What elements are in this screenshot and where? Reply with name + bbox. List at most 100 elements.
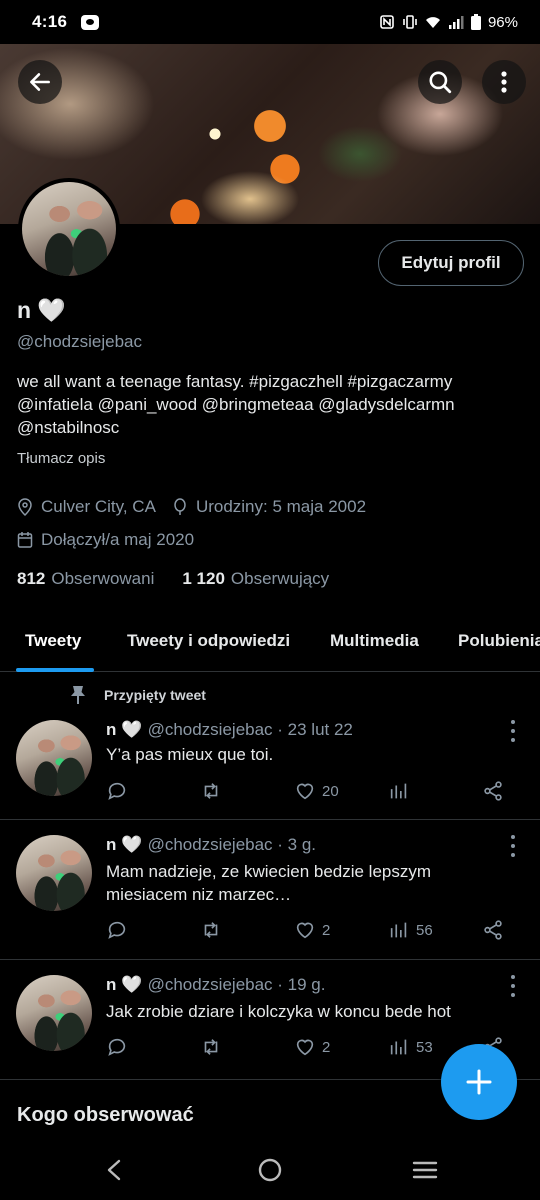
tweet-more-button[interactable] bbox=[505, 720, 521, 742]
views-chart-icon bbox=[390, 922, 407, 938]
plus-icon bbox=[466, 1069, 492, 1095]
reply-button[interactable] bbox=[106, 919, 128, 941]
tweet-text: Mam nadzieje, ze kwiecien bedzie lepszym… bbox=[106, 862, 432, 904]
share-icon bbox=[484, 781, 502, 801]
profile-bio: we all want a teenage fantasy. #pizgaczh… bbox=[17, 370, 517, 439]
status-bar: 4:16 96% bbox=[0, 0, 540, 44]
bio-line: we all want a teenage fantasy. #pizgaczh… bbox=[17, 372, 453, 391]
reply-icon bbox=[108, 782, 126, 800]
profile-tabs: Tweety Tweety i odpowiedzi Multimedia Po… bbox=[0, 612, 540, 672]
tweet-actions: 2 56 bbox=[106, 919, 512, 945]
tweet-actions: 20 bbox=[106, 780, 512, 806]
share-button[interactable] bbox=[482, 919, 504, 941]
like-count: 2 bbox=[322, 1038, 331, 1056]
active-tab-indicator bbox=[16, 668, 94, 672]
reply-icon bbox=[108, 921, 126, 939]
pinned-tweet-label: Przypięty tweet bbox=[70, 685, 206, 705]
tweet-more-button[interactable] bbox=[505, 975, 521, 997]
bio-line: @nstabilnosc bbox=[17, 418, 120, 437]
wifi-icon bbox=[425, 17, 440, 28]
profile-joined-row: Dołączył/a maj 2020 bbox=[17, 530, 194, 550]
nfc-icon bbox=[380, 15, 394, 29]
retweet-button[interactable] bbox=[200, 919, 222, 941]
arrow-left-icon bbox=[30, 73, 50, 91]
tweet-item[interactable]: n 🤍 @chodzsiejebac · 3 g. Mam nadzieje, … bbox=[0, 821, 540, 960]
compose-tweet-button[interactable] bbox=[441, 1044, 517, 1120]
bio-line: @infatiela @pani_wood @bringmeteaa @glad… bbox=[17, 395, 455, 414]
signal-icon bbox=[448, 16, 464, 29]
retweet-icon bbox=[204, 922, 218, 938]
tweet-handle-time: @chodzsiejebac · 23 lut 22 bbox=[147, 720, 353, 739]
edit-profile-button[interactable]: Edytuj profil bbox=[378, 240, 524, 286]
system-nav-bar bbox=[0, 1140, 540, 1200]
profile-location: Culver City, CA bbox=[41, 497, 156, 516]
views-count: 56 bbox=[416, 921, 433, 939]
reply-button[interactable] bbox=[106, 780, 128, 802]
tab-media[interactable]: Multimedia bbox=[330, 631, 419, 651]
views-button[interactable] bbox=[388, 780, 416, 802]
chat-notification-icon bbox=[81, 14, 100, 30]
like-count: 20 bbox=[322, 782, 339, 800]
followers-count[interactable]: 1 120 bbox=[182, 569, 225, 589]
tweet-avatar[interactable] bbox=[16, 835, 92, 911]
location-pin-icon bbox=[18, 498, 32, 516]
tweet-text: Y’a pas mieux que toi. bbox=[106, 745, 274, 764]
following-count[interactable]: 812 bbox=[17, 569, 45, 589]
pinned-tweet-text: Przypięty tweet bbox=[104, 687, 206, 703]
tweet-header: n 🤍 @chodzsiejebac · 23 lut 22 bbox=[106, 720, 353, 740]
white-heart-emoji: 🤍 bbox=[121, 975, 143, 994]
back-button[interactable] bbox=[18, 60, 62, 104]
retweet-button[interactable] bbox=[200, 780, 222, 802]
nav-home-icon[interactable] bbox=[258, 1158, 282, 1182]
more-options-button[interactable] bbox=[482, 60, 526, 104]
retweet-icon bbox=[204, 783, 218, 799]
nav-recents-icon[interactable] bbox=[412, 1160, 438, 1180]
follow-stats: 812 Obserwowani 1 120 Obserwujący bbox=[17, 569, 329, 589]
profile-avatar[interactable] bbox=[18, 178, 120, 280]
like-button[interactable]: 2 bbox=[294, 919, 330, 941]
views-chart-icon bbox=[390, 1039, 407, 1055]
tab-likes[interactable]: Polubienia bbox=[458, 631, 540, 651]
who-to-follow-heading: Kogo obserwować bbox=[17, 1104, 194, 1126]
following-label[interactable]: Obserwowani bbox=[51, 569, 154, 589]
reply-button[interactable] bbox=[106, 1036, 128, 1058]
tweet-handle-time: @chodzsiejebac · 19 g. bbox=[147, 975, 326, 994]
retweet-button[interactable] bbox=[200, 1036, 222, 1058]
calendar-icon bbox=[17, 532, 33, 548]
like-button[interactable]: 20 bbox=[294, 780, 339, 802]
balloon-icon bbox=[174, 498, 186, 515]
views-chart-icon bbox=[390, 783, 407, 799]
retweet-icon bbox=[204, 1039, 218, 1055]
tab-tweets-and-replies[interactable]: Tweety i odpowiedzi bbox=[127, 631, 290, 651]
views-count: 53 bbox=[416, 1038, 433, 1056]
profile-name: n 🤍 bbox=[17, 297, 66, 324]
white-heart-emoji: 🤍 bbox=[121, 835, 143, 854]
heart-icon bbox=[296, 922, 314, 939]
like-button[interactable]: 2 bbox=[294, 1036, 330, 1058]
tweet-author-name: n bbox=[106, 835, 117, 854]
heart-icon bbox=[296, 1039, 314, 1056]
search-button[interactable] bbox=[418, 60, 462, 104]
tweet-avatar[interactable] bbox=[16, 720, 92, 796]
followers-label[interactable]: Obserwujący bbox=[231, 569, 329, 589]
views-button[interactable]: 53 bbox=[388, 1036, 433, 1058]
nav-back-icon[interactable] bbox=[104, 1158, 124, 1182]
profile-handle: @chodzsiejebac bbox=[17, 332, 142, 351]
pin-icon bbox=[71, 686, 85, 704]
more-vertical-icon bbox=[501, 71, 507, 93]
tweet-item[interactable]: n 🤍 @chodzsiejebac · 23 lut 22 Y’a pas m… bbox=[0, 706, 540, 820]
profile-birthday: Urodziny: 5 maja 2002 bbox=[195, 497, 367, 516]
profile-joined: Dołączył/a maj 2020 bbox=[41, 530, 195, 549]
tweet-author-name: n bbox=[106, 720, 117, 739]
battery-icon bbox=[470, 14, 481, 30]
translate-bio-link[interactable]: Tłumacz opis bbox=[17, 450, 105, 467]
share-button[interactable] bbox=[482, 780, 504, 802]
tweet-handle-time: @chodzsiejebac · 3 g. bbox=[147, 835, 317, 854]
tweet-header: n 🤍 @chodzsiejebac · 19 g. bbox=[106, 975, 325, 995]
tab-tweets[interactable]: Tweety bbox=[25, 631, 81, 651]
reply-icon bbox=[108, 1038, 126, 1056]
tweet-avatar[interactable] bbox=[16, 975, 92, 1051]
tweet-more-button[interactable] bbox=[505, 835, 521, 857]
tweet-text: Jak zrobie dziare i kolczyka w koncu bed… bbox=[106, 1002, 451, 1021]
views-button[interactable]: 56 bbox=[388, 919, 433, 941]
